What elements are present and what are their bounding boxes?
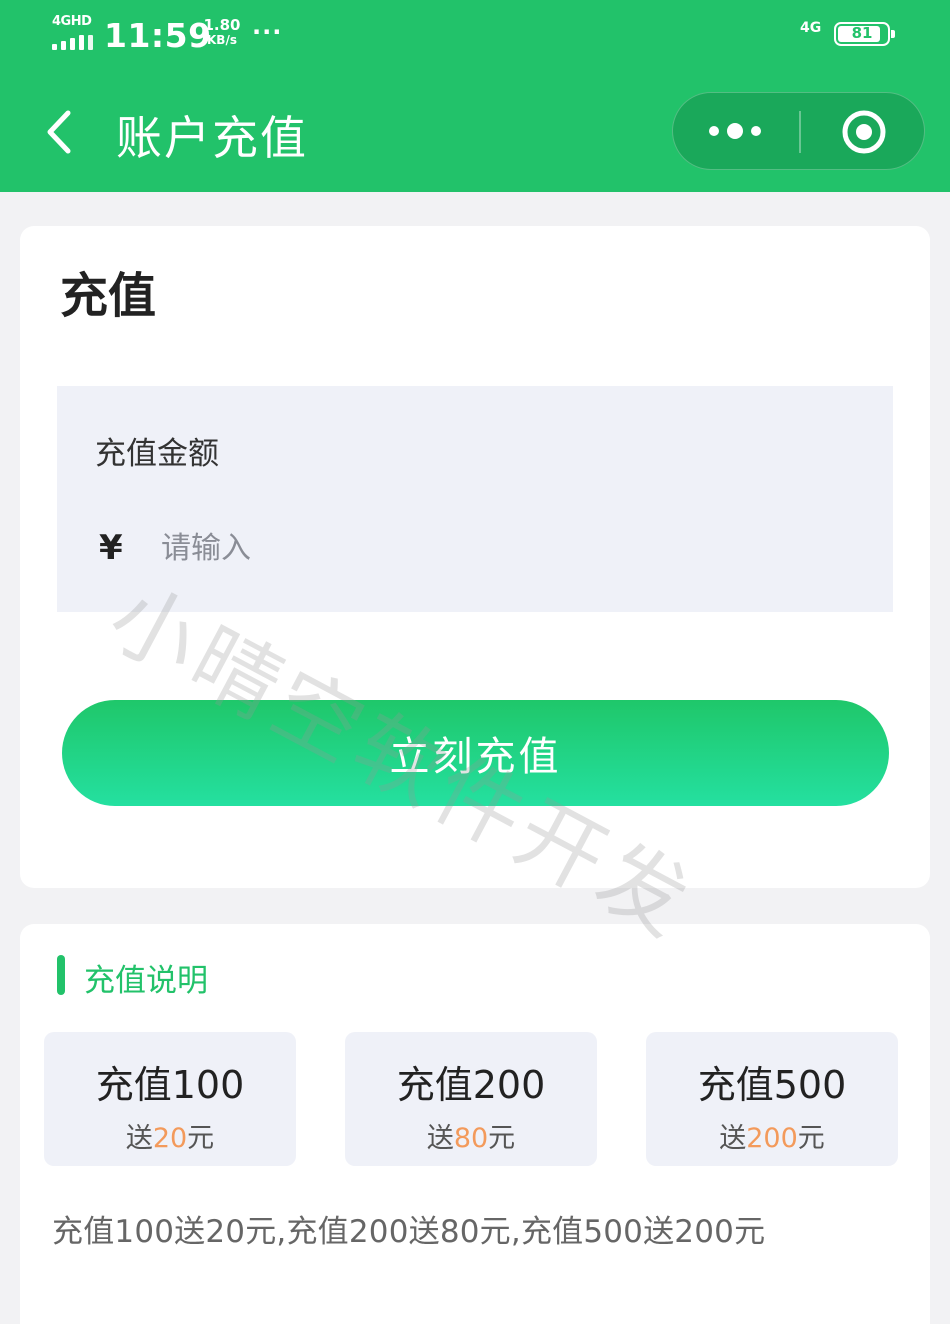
package-list: 充值100 送20元 充值200 送80元 充值500 送200元 (44, 1032, 900, 1166)
network-type: 4G (800, 20, 822, 36)
signal-icon: 4GHD (52, 14, 96, 50)
battery-icon: 81 (834, 22, 895, 46)
net-speed-unit: KB/s (207, 33, 237, 47)
page-title: 账户充值 (116, 111, 308, 165)
package-title: 充值200 (396, 1063, 546, 1107)
app-header: 4GHD 11:59 1.80 KB/s ··· 4G 81 账户充值 (0, 0, 950, 192)
bonus-amount: 20 (152, 1123, 188, 1154)
signal-bars (52, 34, 96, 50)
back-arrow-icon[interactable] (42, 109, 76, 155)
recharge-card-title: 充值 (60, 268, 157, 324)
status-time: 11:59 (104, 16, 212, 55)
package-bonus: 送20元 (125, 1123, 215, 1154)
status-bar: 4GHD 11:59 1.80 KB/s ··· 4G 81 (0, 0, 950, 72)
mini-program-capsule (672, 92, 925, 170)
package-option-500[interactable]: 充值500 送200元 (646, 1032, 898, 1166)
battery-level: 81 (851, 24, 873, 42)
capsule-divider (799, 111, 801, 153)
bonus-amount: 80 (453, 1123, 489, 1154)
signal-label: 4GHD (52, 14, 92, 29)
nav-bar: 账户充值 (0, 72, 950, 192)
amount-input[interactable] (161, 522, 861, 574)
section-title: 充值说明 (84, 963, 208, 999)
package-title: 充值500 (697, 1063, 847, 1107)
package-bonus: 送80元 (426, 1123, 516, 1154)
package-title: 充值100 (95, 1063, 245, 1107)
recharge-note: 充值100送20元,充值200送80元,充值500送200元 (52, 1214, 766, 1250)
net-speed: 1.80 KB/s (200, 18, 244, 48)
recharge-info-card: 充值说明 充值100 送20元 充值200 送80元 充值500 送200元 充… (20, 924, 930, 1324)
more-dots-icon[interactable] (707, 121, 763, 141)
section-accent-bar (57, 955, 65, 995)
status-more-icon: ··· (252, 18, 283, 46)
net-speed-value: 1.80 (203, 16, 241, 34)
amount-label: 充值金额 (95, 436, 219, 472)
amount-panel: 充值金额 ¥ (57, 386, 893, 612)
recharge-submit-button[interactable]: 立刻充值 (62, 700, 889, 806)
close-target-icon[interactable] (841, 109, 887, 155)
bonus-amount: 200 (746, 1123, 798, 1154)
package-bonus: 送200元 (719, 1123, 825, 1154)
currency-symbol: ¥ (99, 528, 123, 568)
recharge-card: 充值 充值金额 ¥ 立刻充值 (20, 226, 930, 888)
package-option-100[interactable]: 充值100 送20元 (44, 1032, 296, 1166)
package-option-200[interactable]: 充值200 送80元 (345, 1032, 597, 1166)
